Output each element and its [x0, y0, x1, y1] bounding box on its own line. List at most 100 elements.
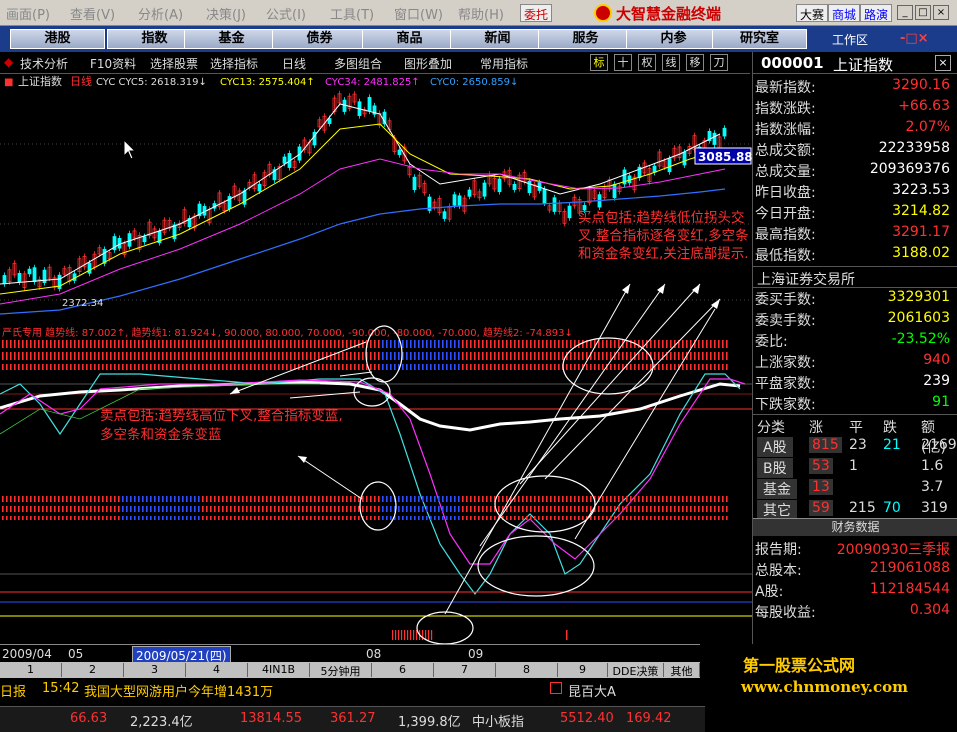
signal-bar — [554, 340, 556, 348]
signal-bar — [354, 506, 356, 512]
minimize-icon[interactable]: _ — [897, 5, 913, 20]
chart-area[interactable]: ■ 上证指数 日线 CYC CYC5: 2618.319↓ CYC13: 257… — [0, 74, 753, 645]
close-icon[interactable]: × — [933, 5, 949, 20]
k-line-chart[interactable]: ■ 上证指数 日线 CYC CYC5: 2618.319↓ CYC13: 257… — [0, 74, 753, 645]
layout-tab-4[interactable]: 4 — [186, 663, 248, 677]
signal-bar — [654, 516, 656, 520]
menu-analysis[interactable]: 分析(A) — [138, 4, 183, 23]
maximize-icon[interactable]: □ — [915, 5, 931, 20]
layout-tab-2[interactable]: 2 — [62, 663, 124, 677]
rights-icon[interactable]: 权 — [638, 54, 656, 71]
signal-bar — [438, 506, 440, 512]
layout-tab-8[interactable]: 8 — [496, 663, 558, 677]
nav-bond[interactable]: 债券 — [272, 29, 367, 49]
crosshair-icon[interactable]: 十 — [614, 54, 632, 71]
signal-bar — [574, 496, 576, 502]
menu-decision[interactable]: 决策(J) — [206, 4, 246, 23]
entrust-button[interactable]: 委托 — [520, 4, 553, 22]
tool-daily[interactable]: 日线 — [282, 55, 306, 72]
signal-bar — [662, 516, 664, 520]
tool-f10[interactable]: F10资料 — [90, 55, 136, 72]
nav-hk-stocks[interactable]: 港股 — [10, 29, 105, 49]
signal-bar — [670, 506, 672, 512]
news-headline[interactable]: 我国大型网游用户今年增1431万 — [84, 681, 273, 700]
signal-bar — [314, 516, 316, 520]
signal-bar — [602, 352, 604, 360]
layout-tab-4in1b[interactable]: 4IN1B — [248, 663, 310, 677]
news-stock[interactable]: 昆百大A — [568, 681, 616, 700]
signal-bar — [178, 516, 180, 520]
tool-tech-analysis[interactable]: 技术分析 — [20, 55, 68, 72]
nav-service[interactable]: 服务 — [538, 29, 633, 49]
signal-bar — [442, 340, 444, 348]
workspace-window-icon[interactable]: -□× — [900, 31, 929, 46]
signal-bar — [502, 364, 504, 370]
knife-icon[interactable]: 刀 — [710, 54, 728, 71]
layout-tab-1[interactable]: 1 — [0, 663, 62, 677]
signal-bar — [126, 352, 128, 360]
signal-bar — [146, 506, 148, 512]
cyc5-readout: CYC CYC5: 2618.319↓ — [96, 77, 207, 88]
signal-bar — [542, 340, 544, 348]
tool-select-stock[interactable]: 选择股票 — [150, 55, 198, 72]
layout-tab-7[interactable]: 7 — [434, 663, 496, 677]
menu-view[interactable]: 查看(V) — [70, 4, 115, 23]
quote-value: 3214.82 — [892, 203, 950, 219]
tool-multi-chart[interactable]: 多图组合 — [334, 55, 382, 72]
signal-bar — [186, 516, 188, 520]
tick — [425, 630, 427, 640]
roadshow-button[interactable]: 路演 — [860, 4, 893, 22]
signal-bar — [346, 496, 348, 502]
line-icon[interactable]: 线 — [662, 54, 680, 71]
signal-bar — [258, 496, 260, 502]
nav-fund[interactable]: 基金 — [184, 29, 279, 49]
chart-toggle-icon[interactable]: ◆ — [4, 55, 13, 69]
table-cell: 23 — [849, 437, 867, 453]
signal-bar — [642, 516, 644, 520]
menu-screen[interactable]: 画面(P) — [6, 4, 50, 23]
signal-bar — [262, 352, 264, 360]
tool-overlay[interactable]: 图形叠加 — [404, 55, 452, 72]
move-icon[interactable]: 移 — [686, 54, 704, 71]
signal-bar — [622, 516, 624, 520]
signal-bar — [178, 364, 180, 370]
signal-bar — [298, 496, 300, 502]
layout-tab-9[interactable]: 9 — [558, 663, 608, 677]
mark-icon[interactable]: 标 — [590, 54, 608, 71]
layout-tab-3[interactable]: 3 — [124, 663, 186, 677]
quote-label: 上涨家数: — [755, 355, 816, 371]
signal-bar — [550, 352, 552, 360]
mall-button[interactable]: 商城 — [828, 4, 861, 22]
financial-data-title[interactable]: 财务数据 — [831, 520, 879, 534]
chart-close-icon[interactable]: ■ — [4, 77, 13, 88]
signal-bar — [542, 364, 544, 370]
signal-bar — [630, 506, 632, 512]
layout-tab-dde[interactable]: DDE决策 — [608, 663, 664, 678]
panel-close-icon[interactable]: × — [935, 55, 951, 71]
tool-common-indicator[interactable]: 常用指标 — [480, 55, 528, 72]
signal-bar — [270, 352, 272, 360]
layout-tab-6[interactable]: 6 — [372, 663, 434, 677]
menu-window[interactable]: 窗口(W) — [394, 4, 443, 23]
signal-bar — [294, 496, 296, 502]
workspace-label[interactable]: 工作区 — [832, 31, 868, 48]
layout-tab-5min[interactable]: 5分钟用 — [310, 663, 372, 678]
nav-news[interactable]: 新闻 — [450, 29, 545, 49]
layout-tab-other[interactable]: 其他 — [664, 663, 700, 678]
nav-research[interactable]: 研究室 — [712, 29, 807, 49]
signal-bar — [514, 352, 516, 360]
nav-commodity[interactable]: 商品 — [362, 29, 457, 49]
menu-tools[interactable]: 工具(T) — [330, 4, 374, 23]
signal-bar — [46, 364, 48, 370]
signal-bar — [714, 496, 716, 502]
signal-bar — [410, 364, 412, 370]
tool-select-indicator[interactable]: 选择指标 — [210, 55, 258, 72]
signal-bar — [582, 496, 584, 502]
nav-insider[interactable]: 内参 — [626, 29, 721, 49]
news-ticker[interactable]: 日报 15:42 我国大型网游用户今年增1431万 昆百大A — [0, 678, 740, 700]
signal-bar — [270, 506, 272, 512]
menu-formula[interactable]: 公式(I) — [266, 4, 306, 23]
news-checkbox-icon[interactable] — [550, 682, 562, 694]
contest-button[interactable]: 大赛 — [796, 4, 829, 22]
menu-help[interactable]: 帮助(H) — [458, 4, 504, 23]
